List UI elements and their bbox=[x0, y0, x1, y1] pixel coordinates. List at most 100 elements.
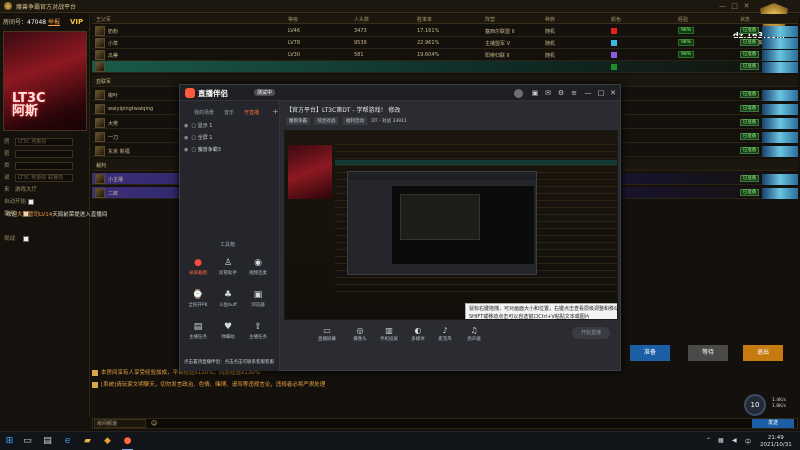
player-avatar[interactable] bbox=[95, 104, 105, 114]
scene-item[interactable]: ◉ ▢ 显示 1 bbox=[184, 122, 212, 129]
table-row[interactable]: 奶粉 LV46 3473 17.161% 塞西尔联盟 II 随机 96% 已准备 bbox=[92, 25, 798, 37]
tool-browser[interactable]: ▣ 浏览器 bbox=[244, 289, 272, 313]
tool-person[interactable]: ♙ 房管助手 bbox=[214, 257, 242, 281]
tab-my-scenes[interactable]: 我的场景 bbox=[194, 109, 214, 116]
task-view-icon[interactable]: ▭ bbox=[22, 436, 33, 447]
close-icon[interactable]: ✕ bbox=[608, 88, 618, 98]
warcraft-icon[interactable]: ◆ bbox=[102, 436, 113, 447]
network-icon[interactable]: ▦ bbox=[718, 437, 724, 444]
player-avatar[interactable] bbox=[95, 26, 105, 36]
table-row[interactable]: 已准备 bbox=[92, 61, 798, 73]
user-avatar[interactable] bbox=[514, 89, 523, 98]
settings-icon[interactable]: ⚙ bbox=[556, 88, 566, 98]
room-name-input[interactable]: LT3C 阿斯好 bbox=[15, 137, 74, 146]
source-phone[interactable]: ▥ 手机投屏 bbox=[376, 326, 402, 342]
eye-icon[interactable]: ◉ bbox=[184, 147, 188, 153]
tray-arrow-icon[interactable]: ⌃ bbox=[706, 437, 711, 444]
quit-button[interactable]: 退出 bbox=[743, 345, 783, 361]
emoji-icon[interactable]: ☺ bbox=[151, 420, 157, 427]
add-scene-icon[interactable]: + bbox=[272, 107, 279, 116]
source-camera[interactable]: ◎ 摄像头 bbox=[347, 326, 373, 342]
player-avatar[interactable] bbox=[95, 174, 105, 184]
lock-icon[interactable]: ▢ bbox=[191, 147, 196, 153]
ready-status: 已准备 bbox=[740, 175, 759, 182]
room-password-input[interactable] bbox=[15, 149, 74, 158]
tool-fps[interactable]: ⌚ 全民开PK bbox=[184, 289, 212, 313]
title-bar: 魔兽争霸官方对战平台 bbox=[0, 0, 800, 13]
microphone-icon: ♪ bbox=[442, 326, 448, 335]
channel-select[interactable]: 房间频道 bbox=[94, 419, 146, 428]
tool-window[interactable]: ▤ 主播任务 bbox=[184, 321, 212, 345]
lock-icon[interactable]: ▢ bbox=[191, 135, 196, 141]
room-banner-image: LT3C 阿斯 bbox=[3, 31, 87, 131]
menu-icon[interactable]: ≡ bbox=[569, 88, 579, 98]
start-live-button[interactable]: 开始直播 bbox=[572, 327, 610, 339]
player-kills: 9539 bbox=[354, 40, 367, 46]
prepare-button[interactable]: 准备 bbox=[630, 345, 670, 361]
preview-row bbox=[335, 146, 617, 152]
player-avatar[interactable] bbox=[95, 38, 105, 48]
tool-game[interactable]: ♣ 斗鱼buff bbox=[214, 289, 242, 313]
ime-icon[interactable]: 中 bbox=[745, 437, 751, 446]
eye-icon[interactable]: ◉ bbox=[184, 135, 188, 141]
source-speaker[interactable]: ♫ 扬声器 bbox=[461, 326, 487, 342]
explorer-icon[interactable]: ▤ bbox=[42, 436, 53, 447]
tool-camera[interactable]: ◉ 视频连麦 bbox=[244, 257, 272, 281]
report-link[interactable]: 举报 bbox=[48, 19, 60, 26]
tab-music[interactable]: 音乐 bbox=[224, 109, 234, 116]
volume-icon[interactable]: ◀ bbox=[732, 437, 737, 444]
tab-go-live[interactable]: 开直播 bbox=[244, 109, 259, 116]
player-avatar[interactable] bbox=[95, 62, 105, 72]
minimize-icon[interactable]: — bbox=[583, 88, 593, 98]
maximize-icon[interactable]: □ bbox=[596, 88, 606, 98]
ready-status: 已准备 bbox=[740, 63, 759, 70]
hero-portrait bbox=[762, 90, 798, 101]
player-avatar[interactable] bbox=[95, 132, 105, 142]
maximize-button[interactable]: □ bbox=[730, 2, 739, 11]
screen-icon[interactable]: ▣ bbox=[530, 88, 540, 98]
wait-button[interactable]: 等待 bbox=[688, 345, 728, 361]
send-button[interactable]: 发送 bbox=[752, 419, 794, 428]
player-avatar[interactable] bbox=[95, 90, 105, 100]
player-color-swatch[interactable] bbox=[611, 64, 617, 70]
lock-icon[interactable]: ▢ bbox=[191, 123, 196, 129]
auto-start-field: 自动开始 bbox=[4, 197, 35, 205]
chat-input[interactable] bbox=[92, 418, 798, 429]
player-avatar[interactable] bbox=[95, 50, 105, 60]
source-screen[interactable]: ▭ 直播屏幕 bbox=[314, 326, 340, 342]
ready-status: 已准备 bbox=[740, 189, 759, 196]
scene-item[interactable]: ◉ ▢ 全屏 1 bbox=[184, 134, 212, 141]
table-row[interactable]: 小草 LV78 9539 22.961% 主播盟军 V 随机 98% 已准备 bbox=[92, 37, 798, 49]
player-color-swatch[interactable] bbox=[611, 40, 617, 46]
tool-upload[interactable]: ⇪ 主播任务 bbox=[244, 321, 272, 345]
tool-record[interactable]: ● 录屏截图 bbox=[184, 257, 212, 281]
player-avatar[interactable] bbox=[95, 146, 105, 156]
source-media[interactable]: ◐ 多媒体 bbox=[405, 326, 431, 342]
close-button[interactable]: ✕ bbox=[742, 2, 751, 11]
tool-gift[interactable]: ♥ 弹幕助 bbox=[214, 321, 242, 345]
scene-item[interactable]: ◉ ▢ 魔兽争霸3 bbox=[184, 146, 221, 153]
folder-icon[interactable]: ▰ bbox=[82, 436, 93, 447]
edge-icon[interactable]: e bbox=[62, 436, 73, 447]
preview-tooltip: 鼠标右键拖拽，可对画面大小和位置，右键点击查看层级调整和移动，SHIFT或移动点… bbox=[465, 303, 617, 319]
player-color-swatch[interactable] bbox=[611, 28, 617, 34]
spectate-checkbox[interactable] bbox=[22, 235, 29, 242]
room-desc-input[interactable]: LT3C 阿斯好 联赛前 bbox=[15, 173, 74, 182]
player-avatar[interactable] bbox=[95, 118, 105, 128]
room-source-value: 游戏大厅 bbox=[15, 187, 38, 193]
room-type-input[interactable] bbox=[15, 161, 74, 170]
table-row[interactable]: 瓜蒂 LV30 581 19.604% 阳帝归联 II 随机 98% 已准备 bbox=[92, 49, 798, 61]
tool-label: 全民开PK bbox=[188, 303, 208, 308]
player-avatar[interactable] bbox=[95, 188, 105, 198]
windows-start-icon[interactable]: ⊞ bbox=[4, 436, 15, 447]
taskbar: ⊞ ▭ ▤ e ▰ ◆ ● ⌃ ▦ ◀ 中 21:49 2021/10/31 bbox=[0, 431, 800, 450]
minimize-button[interactable]: — bbox=[718, 2, 727, 11]
auto-start-checkbox[interactable] bbox=[28, 198, 35, 205]
stream-preview[interactable]: 鼠标右键拖拽，可对画面大小和位置，右键点击查看层级调整和移动，SHIFT或移动点… bbox=[284, 130, 618, 320]
eye-icon[interactable]: ◉ bbox=[184, 123, 188, 129]
hero-portrait bbox=[762, 146, 798, 157]
source-mic[interactable]: ♪ 麦克风 bbox=[432, 326, 458, 342]
stream-app-icon[interactable]: ● bbox=[122, 436, 133, 447]
mail-icon[interactable]: ✉ bbox=[543, 88, 553, 98]
player-color-swatch[interactable] bbox=[611, 52, 617, 58]
